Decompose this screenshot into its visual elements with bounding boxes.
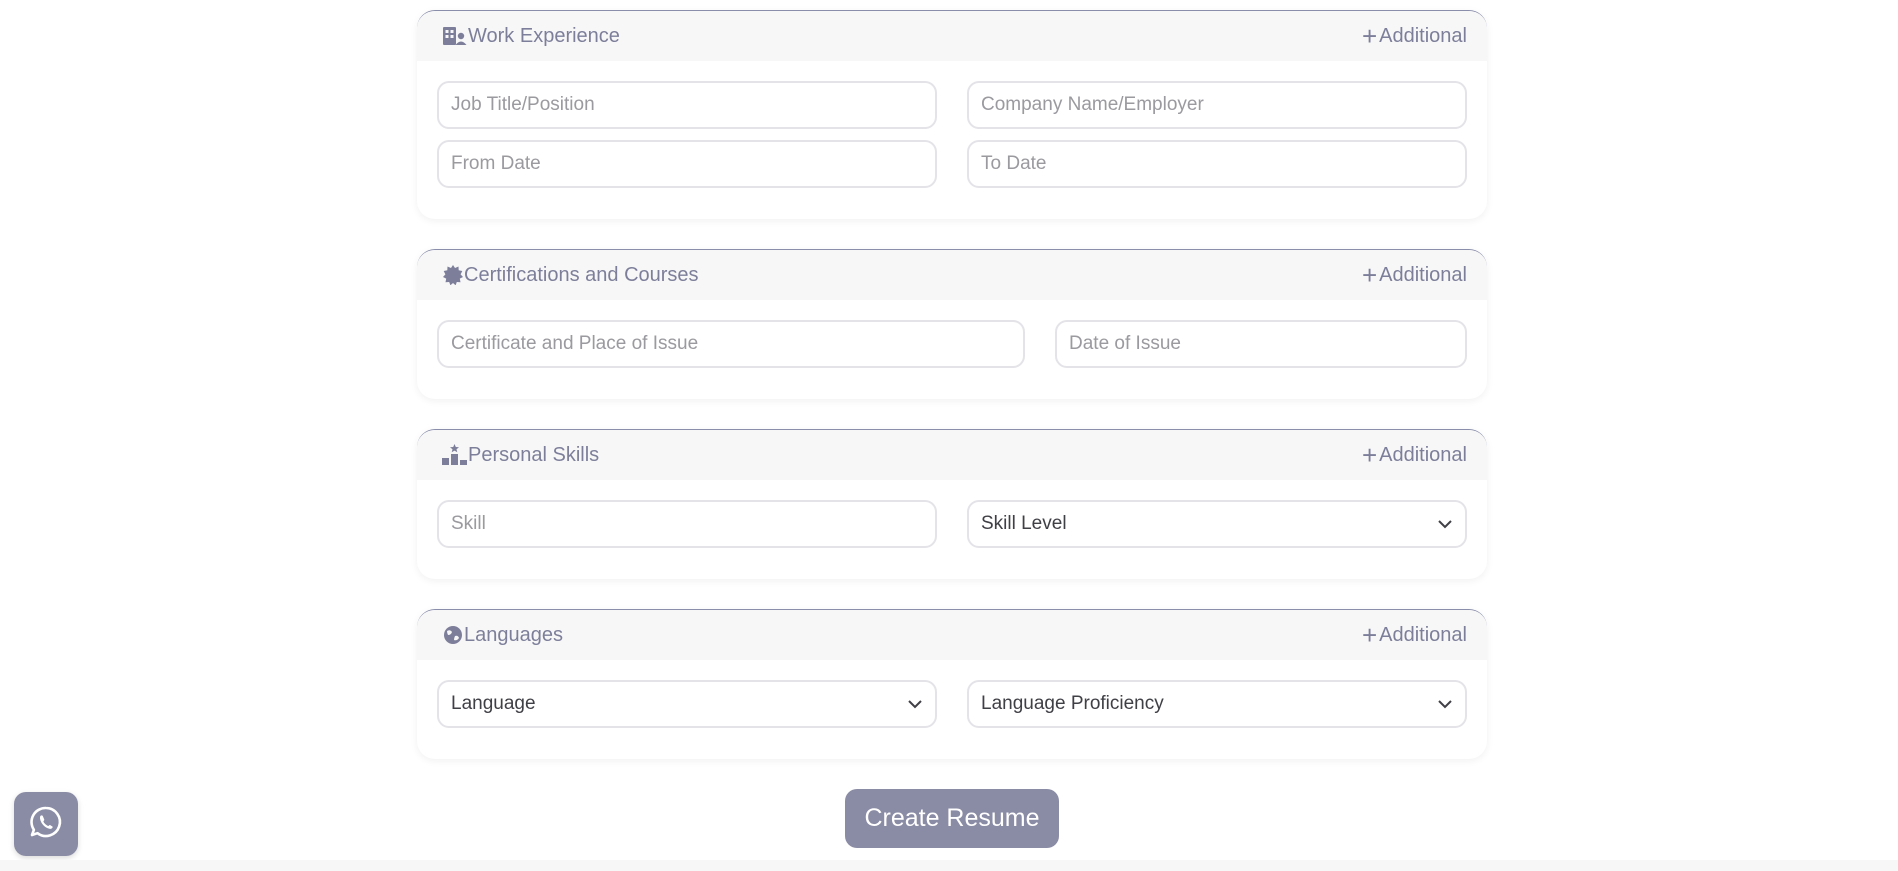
skills-title: Personal Skills xyxy=(468,443,600,466)
chevron-down-icon xyxy=(1437,513,1453,535)
additional-label: Additional xyxy=(1379,443,1467,466)
languages-title: Languages xyxy=(464,623,563,646)
language-select[interactable]: Language xyxy=(437,680,937,728)
plus-icon: + xyxy=(1361,440,1378,470)
certificate-placeholder: Certificate and Place of Issue xyxy=(451,333,699,354)
whatsapp-button[interactable] xyxy=(14,792,78,856)
job-title-input[interactable]: Job Title/Position xyxy=(437,81,937,129)
certifications-title: Certifications and Courses xyxy=(464,263,699,286)
skill-input[interactable]: Skill xyxy=(437,500,937,548)
certificate-input[interactable]: Certificate and Place of Issue xyxy=(437,320,1025,368)
skill-level-select[interactable]: Skill Level xyxy=(967,500,1467,548)
language-value: Language xyxy=(451,693,536,714)
ranking-icon xyxy=(442,444,468,466)
add-skill-button[interactable]: + Additional xyxy=(1361,440,1467,470)
additional-label: Additional xyxy=(1379,24,1467,47)
date-of-issue-input[interactable]: Date of Issue xyxy=(1055,320,1467,368)
add-work-experience-button[interactable]: + Additional xyxy=(1361,21,1467,51)
section-title: Languages xyxy=(442,624,563,647)
plus-icon: + xyxy=(1361,620,1378,650)
from-date-placeholder: From Date xyxy=(451,153,541,174)
whatsapp-icon xyxy=(28,804,64,845)
page: Work Experience + Additional Job Title/P… xyxy=(0,0,1898,871)
create-resume-button[interactable]: Create Resume xyxy=(845,789,1059,848)
work-experience-title: Work Experience xyxy=(468,24,620,47)
job-title-placeholder: Job Title/Position xyxy=(451,94,595,115)
language-proficiency-value: Language Proficiency xyxy=(981,693,1164,714)
date-of-issue-placeholder: Date of Issue xyxy=(1069,333,1181,354)
additional-label: Additional xyxy=(1379,623,1467,646)
create-resume-label: Create Resume xyxy=(864,804,1040,832)
language-proficiency-select[interactable]: Language Proficiency xyxy=(967,680,1467,728)
section-header: Personal Skills + Additional xyxy=(417,430,1487,480)
section-title: Certifications and Courses xyxy=(442,264,699,287)
add-language-button[interactable]: + Additional xyxy=(1361,620,1467,650)
company-name-input[interactable]: Company Name/Employer xyxy=(967,81,1467,129)
section-title: Personal Skills xyxy=(442,444,599,467)
certificate-icon xyxy=(442,264,464,286)
section-header: Languages + Additional xyxy=(417,610,1487,660)
chevron-down-icon xyxy=(907,693,923,715)
footer-band xyxy=(0,860,1898,871)
globe-icon xyxy=(442,624,464,646)
skill-level-value: Skill Level xyxy=(981,513,1067,534)
company-placeholder: Company Name/Employer xyxy=(981,94,1204,115)
section-title: Work Experience xyxy=(442,25,620,48)
section-header: Work Experience + Additional xyxy=(417,11,1487,61)
plus-icon: + xyxy=(1361,260,1378,290)
from-date-input[interactable]: From Date xyxy=(437,140,937,188)
plus-icon: + xyxy=(1361,21,1378,51)
building-user-icon xyxy=(442,25,468,47)
to-date-placeholder: To Date xyxy=(981,153,1047,174)
section-header: Certifications and Courses + Additional xyxy=(417,250,1487,300)
additional-label: Additional xyxy=(1379,263,1467,286)
skill-placeholder: Skill xyxy=(451,513,486,534)
to-date-input[interactable]: To Date xyxy=(967,140,1467,188)
chevron-down-icon xyxy=(1437,693,1453,715)
add-certification-button[interactable]: + Additional xyxy=(1361,260,1467,290)
